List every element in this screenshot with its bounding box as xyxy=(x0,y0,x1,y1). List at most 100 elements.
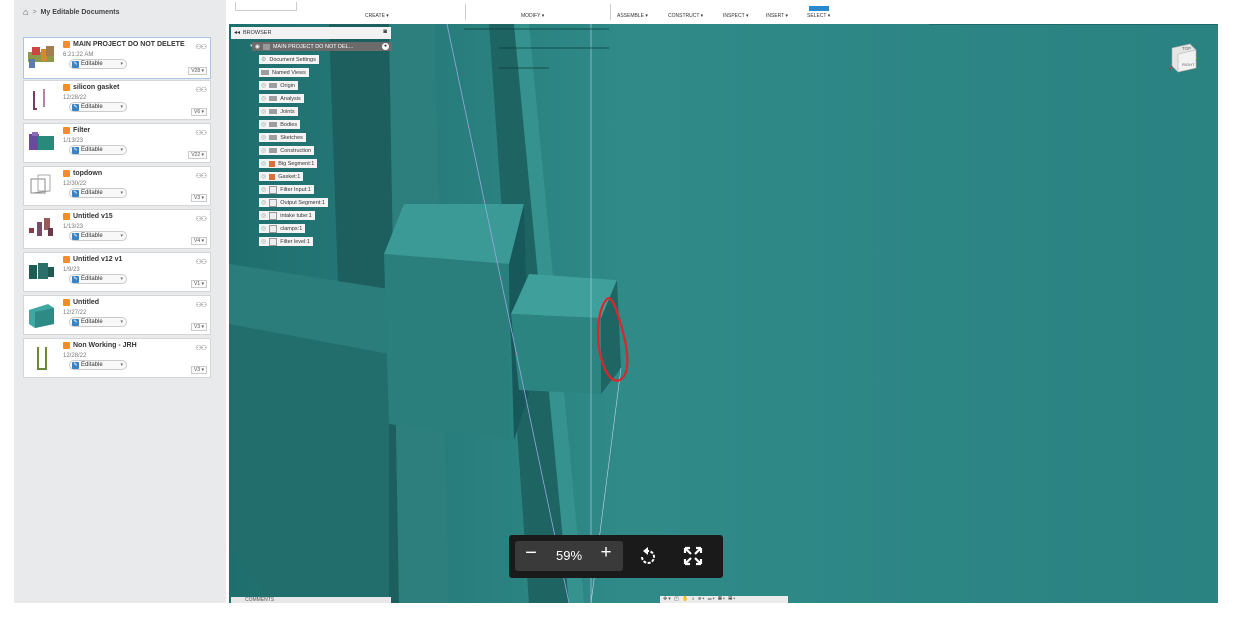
document-title[interactable]: Untitled v15 xyxy=(73,213,113,220)
document-title[interactable]: silicon gasket xyxy=(73,84,119,91)
tree-item-origin[interactable]: ◎ Origin xyxy=(259,81,298,90)
eye-icon[interactable]: ◎ xyxy=(261,95,266,102)
tree-item-bodies[interactable]: ◎ Bodies xyxy=(259,120,301,129)
tree-item-named-views[interactable]: Named Views xyxy=(259,68,309,77)
version-badge[interactable]: V4 ▾ xyxy=(190,237,207,245)
select-menu[interactable]: SELECT ▾ xyxy=(807,13,830,19)
share-icon[interactable]: ⚇⚇ xyxy=(195,301,207,309)
eye-icon[interactable]: ◎ xyxy=(261,199,266,206)
construct-menu[interactable]: CONSTRUCT ▾ xyxy=(668,13,703,19)
browser-panel-header[interactable]: ◂◂ BROWSER ◙ xyxy=(231,27,391,39)
document-card[interactable]: topdown 12/30/22 ✎ Editable ▾ ⚇⚇ V3 ▾ xyxy=(23,166,211,206)
modify-menu[interactable]: MODIFY ▾ xyxy=(521,13,544,19)
tree-item-label: Filter Input:1 xyxy=(280,186,311,193)
nav-tools-icons[interactable]: ✥▾ ◰ ✋ ⌕ ⊕▾ ▭▾ ▦▾ ▤▾ xyxy=(663,596,736,602)
eye-icon[interactable]: ◎ xyxy=(261,121,266,128)
document-icon xyxy=(63,170,70,177)
editable-dropdown[interactable]: ✎ Editable ▾ xyxy=(69,274,127,284)
version-badge[interactable]: V6 ▾ xyxy=(190,108,207,116)
document-title[interactable]: topdown xyxy=(73,170,102,177)
toolbar-input[interactable] xyxy=(235,2,297,11)
share-icon[interactable]: ⚇⚇ xyxy=(195,129,207,137)
rotate-icon[interactable] xyxy=(637,545,659,567)
eye-icon[interactable]: ◉ xyxy=(255,44,260,50)
eye-icon[interactable]: ◎ xyxy=(261,134,266,141)
tree-item-gasket[interactable]: ◎ Gasket:1 xyxy=(259,172,304,181)
document-title[interactable]: Untitled v12 v1 xyxy=(73,256,122,263)
version-badge[interactable]: V3 ▾ xyxy=(190,323,207,331)
version-badge[interactable]: V28 ▾ xyxy=(188,67,207,75)
eye-icon[interactable]: ◎ xyxy=(261,108,266,115)
document-title[interactable]: Untitled xyxy=(73,299,99,306)
document-card[interactable]: Filter 1/13/23 ✎ Editable ▾ ⚇⚇ V22 ▾ xyxy=(23,123,211,163)
document-title[interactable]: Filter xyxy=(73,127,90,134)
document-title[interactable]: MAIN PROJECT DO NOT DELETE xyxy=(73,41,185,48)
version-badge[interactable]: V3 ▾ xyxy=(190,194,207,202)
radio-icon[interactable]: ● xyxy=(382,43,389,50)
comments-panel[interactable]: COMMENTS xyxy=(231,597,391,603)
inspect-menu[interactable]: INSPECT ▾ xyxy=(723,13,748,19)
zoom-out-button[interactable]: − xyxy=(521,542,541,565)
tree-item-construction[interactable]: ◎ Construction xyxy=(259,146,315,155)
home-icon[interactable]: ⌂ xyxy=(23,7,28,17)
browser-root-node[interactable]: ◉ MAIN PROJECT DO NOT DEL... ● xyxy=(252,42,392,51)
eye-icon[interactable]: ◎ xyxy=(261,225,266,232)
version-badge[interactable]: V1 ▾ xyxy=(190,280,207,288)
share-icon[interactable]: ⚇⚇ xyxy=(195,215,207,223)
tree-item-output-segment[interactable]: ◎ Output Segment:1 xyxy=(259,198,328,207)
document-card[interactable]: silicon gasket 12/28/22 ✎ Editable ▾ ⚇⚇ V6… xyxy=(23,80,211,120)
eye-icon[interactable]: ◎ xyxy=(261,82,266,89)
eye-icon[interactable]: ◎ xyxy=(261,147,266,154)
document-card[interactable]: Untitled 12/27/22 ✎ Editable ▾ ⚇⚇ V3 ▾ xyxy=(23,295,211,335)
tree-item-analysis[interactable]: ◎ Analysis xyxy=(259,94,304,103)
select-icon[interactable] xyxy=(809,6,829,11)
document-card[interactable]: Untitled v15 1/13/23 ✎ Editable ▾ ⚇⚇ V4 ▾ xyxy=(23,209,211,249)
view-cube[interactable]: TOP RIGHT xyxy=(1166,40,1200,74)
share-icon[interactable]: ⚇⚇ xyxy=(195,86,207,94)
editable-dropdown[interactable]: ✎ Editable ▾ xyxy=(69,188,127,198)
share-icon[interactable]: ⚇⚇ xyxy=(195,43,207,51)
editable-dropdown[interactable]: ✎ Editable ▾ xyxy=(69,145,127,155)
create-menu[interactable]: CREATE ▾ xyxy=(365,13,389,19)
collapse-icon[interactable]: ◂◂ xyxy=(234,29,240,36)
tree-item-clamps[interactable]: ◎ clamps:1 xyxy=(259,224,306,233)
document-card[interactable]: Non Working - JRH 12/28/22 ✎ Editable ▾ ⚇⚇… xyxy=(23,338,211,378)
tree-item-sketches[interactable]: ◎ Sketches xyxy=(259,133,306,142)
editable-dropdown[interactable]: ✎ Editable ▾ xyxy=(69,360,127,370)
eye-icon[interactable]: ◎ xyxy=(261,212,266,219)
editable-dropdown[interactable]: ✎ Editable ▾ xyxy=(69,317,127,327)
editable-dropdown[interactable]: ✎ Editable ▾ xyxy=(69,59,127,69)
eye-icon[interactable]: ◎ xyxy=(261,160,266,167)
tree-item-filter-input[interactable]: ◎ Filter Input:1 xyxy=(259,185,314,194)
editable-dropdown[interactable]: ✎ Editable ▾ xyxy=(69,231,127,241)
navigation-toolbar[interactable]: ✥▾ ◰ ✋ ⌕ ⊕▾ ▭▾ ▦▾ ▤▾ xyxy=(660,596,788,603)
tree-item-joints[interactable]: ◎ Joints xyxy=(259,107,298,116)
assemble-menu[interactable]: ASSEMBLE ▾ xyxy=(617,13,648,19)
pin-icon[interactable]: ◙ xyxy=(383,29,387,35)
share-icon[interactable]: ⚇⚇ xyxy=(195,344,207,352)
document-date: 1/13/23 xyxy=(63,138,84,144)
insert-menu[interactable]: INSERT ▾ xyxy=(766,13,788,19)
eye-icon[interactable]: ◎ xyxy=(261,186,266,193)
version-badge[interactable]: V3 ▾ xyxy=(190,366,207,374)
tree-item-intake-tube[interactable]: ◎ intake tube:1 xyxy=(259,211,315,220)
tree-item-document-settings[interactable]: ⚙ Document Settings xyxy=(259,55,319,64)
document-card[interactable]: MAIN PROJECT DO NOT DELETE 6:21:22 AM ✎ E… xyxy=(23,37,211,79)
3d-viewport[interactable] xyxy=(229,24,1218,603)
tree-item-big-segment[interactable]: ◎ Big Segment:1 xyxy=(259,159,318,168)
fullscreen-icon[interactable] xyxy=(682,545,704,567)
model-canvas[interactable] xyxy=(229,24,1218,603)
share-icon[interactable]: ⚇⚇ xyxy=(195,258,207,266)
version-badge[interactable]: V22 ▾ xyxy=(188,151,207,159)
editable-dropdown[interactable]: ✎ Editable ▾ xyxy=(69,102,127,112)
eye-icon[interactable]: ◎ xyxy=(261,173,266,180)
document-title[interactable]: Non Working - JRH xyxy=(73,342,137,349)
document-card[interactable]: Untitled v12 v1 1/9/23 ✎ Editable ▾ ⚇⚇ V1 … xyxy=(23,252,211,292)
editable-label: Editable xyxy=(81,362,103,368)
tree-item-filter-level[interactable]: ◎ Filter level:1 xyxy=(259,237,313,246)
zoom-in-button[interactable]: + xyxy=(596,542,616,564)
share-icon[interactable]: ⚇⚇ xyxy=(195,172,207,180)
document-date: 1/9/23 xyxy=(63,267,80,273)
eye-icon[interactable]: ◎ xyxy=(261,238,266,245)
chevron-down-icon: ▾ xyxy=(120,190,123,196)
